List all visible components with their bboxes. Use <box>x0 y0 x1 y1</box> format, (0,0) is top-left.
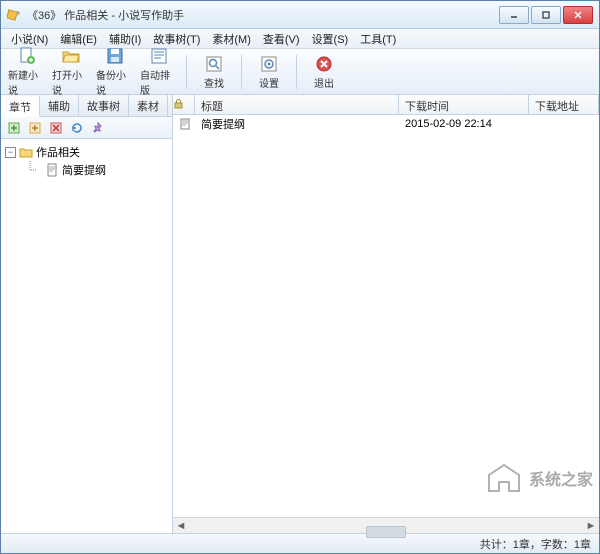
tab-chapter[interactable]: 章节 <box>1 96 40 117</box>
list-body[interactable]: 简要提纲 2015-02-09 22:14 系统之家 <box>173 115 599 517</box>
exit-label: 退出 <box>314 75 334 90</box>
mini-add2-button[interactable] <box>26 119 44 137</box>
close-button[interactable] <box>563 6 593 24</box>
menu-tools[interactable]: 工具(T) <box>354 29 402 49</box>
left-pane: 章节 辅助 故事树 素材 − 作品相关 <box>1 95 173 533</box>
scrollbar-thumb[interactable] <box>366 526 406 538</box>
tree-root-label: 作品相关 <box>36 144 80 160</box>
watermark-text: 系统之家 <box>529 466 593 490</box>
document-icon <box>45 163 59 177</box>
row-icon-cell <box>173 117 195 131</box>
titlebar: 《36》 作品相关 - 小说写作助手 <box>1 1 599 29</box>
horizontal-scrollbar[interactable]: ◄ ► <box>173 517 599 533</box>
toolbar-separator <box>241 55 242 89</box>
list-header: 标题 下载时间 下载地址 <box>173 95 599 115</box>
settings-icon <box>259 54 279 74</box>
right-pane: 标题 下载时间 下载地址 简要提纲 2015-02-09 22:14 系统之家 <box>173 95 599 533</box>
tree-child-label: 简要提纲 <box>62 162 106 178</box>
row-addr-cell <box>529 123 599 125</box>
folder-icon <box>19 145 33 159</box>
tree-root-item[interactable]: − 作品相关 <box>3 143 170 161</box>
find-icon <box>204 54 224 74</box>
tree-expander-icon[interactable]: − <box>5 147 16 158</box>
exit-button[interactable]: 退出 <box>304 52 344 92</box>
exit-icon <box>314 54 334 74</box>
settings-label: 设置 <box>259 75 279 90</box>
folder-open-icon <box>61 46 81 66</box>
mini-refresh-button[interactable] <box>68 119 86 137</box>
tree-child-item[interactable]: 简要提纲 <box>3 161 170 179</box>
lock-icon <box>173 98 184 109</box>
scroll-right-arrow-icon[interactable]: ► <box>583 519 599 533</box>
tab-material[interactable]: 素材 <box>129 95 168 116</box>
list-row[interactable]: 简要提纲 2015-02-09 22:14 <box>173 115 599 133</box>
new-novel-label: 新建小说 <box>8 67 46 97</box>
time-column-header[interactable]: 下载时间 <box>399 95 529 114</box>
toolbar-separator <box>296 55 297 89</box>
typeset-icon <box>149 46 169 66</box>
mini-add-button[interactable] <box>5 119 23 137</box>
find-label: 查找 <box>204 75 224 90</box>
lock-column-header[interactable] <box>173 95 195 114</box>
left-mini-toolbar <box>1 117 172 139</box>
save-icon <box>105 46 125 66</box>
toolbar: 新建小说 打开小说 备份小说 自动排版 查找 设置 退出 <box>1 49 599 95</box>
title-column-header[interactable]: 标题 <box>195 95 399 114</box>
toolbar-separator <box>186 55 187 89</box>
addr-column-header[interactable]: 下载地址 <box>529 95 599 114</box>
maximize-button[interactable] <box>531 6 561 24</box>
menu-settings[interactable]: 设置(S) <box>306 29 355 49</box>
backup-novel-button[interactable]: 备份小说 <box>95 52 135 92</box>
window-title: 《36》 作品相关 - 小说写作助手 <box>27 7 497 23</box>
find-button[interactable]: 查找 <box>194 52 234 92</box>
left-tabs: 章节 辅助 故事树 素材 <box>1 95 172 117</box>
menu-material[interactable]: 素材(M) <box>206 29 257 49</box>
open-novel-button[interactable]: 打开小说 <box>51 52 91 92</box>
row-title-cell: 简要提纲 <box>195 115 399 133</box>
status-text: 共计：1章，字数：1章 <box>480 536 591 552</box>
row-time-cell: 2015-02-09 22:14 <box>399 117 529 131</box>
watermark: 系统之家 <box>485 461 593 495</box>
status-bar: 共计：1章，字数：1章 <box>1 533 599 553</box>
menu-view[interactable]: 查看(V) <box>257 29 306 49</box>
backup-novel-label: 备份小说 <box>96 67 134 97</box>
settings-button[interactable]: 设置 <box>249 52 289 92</box>
app-icon <box>7 8 21 22</box>
open-novel-label: 打开小说 <box>52 67 90 97</box>
scroll-left-arrow-icon[interactable]: ◄ <box>173 519 189 533</box>
new-file-icon <box>17 46 37 66</box>
document-icon <box>179 118 191 130</box>
tree-line-icon <box>27 161 45 179</box>
tab-assist[interactable]: 辅助 <box>40 95 79 116</box>
auto-typeset-button[interactable]: 自动排版 <box>139 52 179 92</box>
mini-pin-button[interactable] <box>89 119 107 137</box>
new-novel-button[interactable]: 新建小说 <box>7 52 47 92</box>
auto-typeset-label: 自动排版 <box>140 67 178 97</box>
menubar: 小说(N) 编辑(E) 辅助(I) 故事树(T) 素材(M) 查看(V) 设置(… <box>1 29 599 49</box>
minimize-button[interactable] <box>499 6 529 24</box>
tab-storytree[interactable]: 故事树 <box>79 95 129 116</box>
mini-delete-button[interactable] <box>47 119 65 137</box>
tree-view[interactable]: − 作品相关 简要提纲 <box>1 139 172 533</box>
